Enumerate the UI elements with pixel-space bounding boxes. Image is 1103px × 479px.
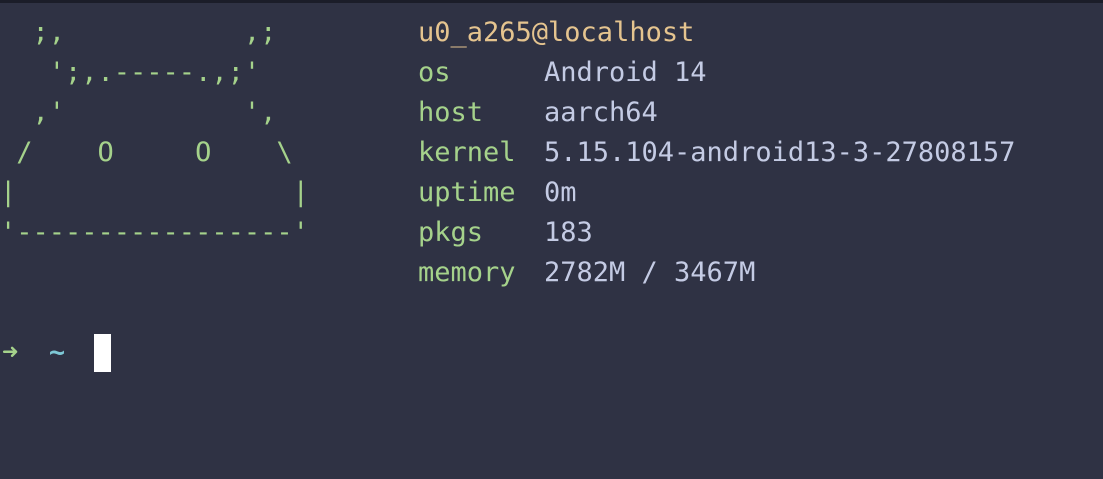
current-directory: ~ — [48, 337, 66, 368]
prompt-arrow-icon: ➜ — [2, 337, 19, 368]
info-key: host — [418, 97, 484, 128]
top-edge — [0, 0, 1103, 3]
terminal-window[interactable]: ;, ,; ';,.-----.,;' ,' ', / O O \ | | '-… — [0, 0, 1103, 479]
info-value: 0m — [544, 177, 577, 208]
info-row-pkgs: pkgs 183 — [418, 213, 1088, 253]
info-key: memory — [418, 257, 516, 288]
shell-prompt[interactable]: ➜ ~ — [0, 333, 111, 373]
info-row-uptime: uptime 0m — [418, 173, 1088, 213]
user-host-label: u0_a265@localhost — [418, 17, 695, 48]
info-key: pkgs — [418, 217, 484, 248]
info-key: uptime — [418, 177, 516, 208]
info-key: kernel — [418, 137, 516, 168]
android-ascii-logo: ;, ,; ';,.-----.,;' ,' ', / O O \ | | '-… — [0, 17, 309, 248]
system-info-panel: u0_a265@localhost os Android 14 host aar… — [418, 13, 1088, 293]
info-row-kernel: kernel 5.15.104-android13-3-27808157 — [418, 133, 1088, 173]
info-value: Android 14 — [544, 57, 707, 88]
info-row-host: host aarch64 — [418, 93, 1088, 133]
info-value: aarch64 — [544, 97, 658, 128]
text-cursor — [94, 334, 111, 372]
info-value: 2782M / 3467M — [544, 257, 756, 288]
info-value: 5.15.104-android13-3-27808157 — [544, 137, 1016, 168]
info-key: os — [418, 57, 451, 88]
info-row-os: os Android 14 — [418, 53, 1088, 93]
info-value: 183 — [544, 217, 593, 248]
info-row-memory: memory 2782M / 3467M — [418, 253, 1088, 293]
